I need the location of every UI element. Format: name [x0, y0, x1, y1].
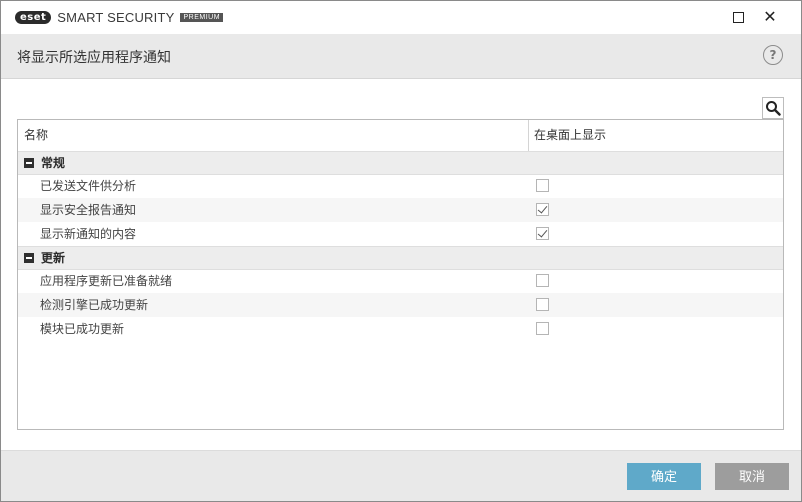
column-header-name[interactable]: 名称	[24, 120, 48, 151]
search-icon	[766, 101, 781, 116]
page-title: 将显示所选应用程序通知	[17, 50, 171, 66]
table-row[interactable]: 模块已成功更新	[18, 317, 783, 341]
column-header-show-on-desktop[interactable]: 在桌面上显示	[534, 120, 606, 151]
group-label: 常规	[41, 156, 66, 170]
eset-logo: eset SMART SECURITY PREMIUM	[15, 9, 224, 25]
close-icon: ✕	[763, 7, 777, 26]
row-label: 显示新通知的内容	[40, 227, 137, 241]
show-on-desktop-checkbox[interactable]	[536, 227, 549, 240]
show-on-desktop-checkbox[interactable]	[536, 203, 549, 216]
show-on-desktop-checkbox[interactable]	[536, 274, 549, 287]
group-label: 更新	[41, 251, 66, 265]
title-bar[interactable]: eset SMART SECURITY PREMIUM ✕	[1, 1, 801, 33]
show-on-desktop-checkbox[interactable]	[536, 322, 549, 335]
edition-badge: PREMIUM	[180, 12, 224, 22]
collapse-icon[interactable]	[24, 158, 34, 168]
maximize-button[interactable]	[721, 1, 755, 33]
show-on-desktop-checkbox[interactable]	[536, 179, 549, 192]
table-row[interactable]: 显示新通知的内容	[18, 222, 783, 246]
dialog-footer: 确定 取消	[1, 450, 801, 501]
table-row[interactable]: 显示安全报告通知	[18, 198, 783, 222]
row-label: 应用程序更新已准备就绪	[40, 274, 173, 288]
group-row-update[interactable]: 更新	[18, 246, 783, 270]
table-row[interactable]: 已发送文件供分析	[18, 174, 783, 198]
search-button[interactable]	[762, 97, 784, 119]
notifications-table: 名称 在桌面上显示 常规 已发送文件供分析 显示安全报告通知 显示新通知的内容 …	[17, 119, 784, 430]
table-row[interactable]: 应用程序更新已准备就绪	[18, 269, 783, 293]
dialog-window: eset SMART SECURITY PREMIUM ✕ 将显示所选应用程序通…	[0, 0, 802, 502]
ok-button[interactable]: 确定	[627, 463, 701, 490]
cancel-button[interactable]: 取消	[715, 463, 789, 490]
collapse-icon[interactable]	[24, 253, 34, 263]
row-label: 已发送文件供分析	[40, 179, 137, 193]
row-label: 显示安全报告通知	[40, 203, 137, 217]
eset-brand-mark: eset	[15, 10, 52, 24]
close-button[interactable]: ✕	[753, 1, 787, 33]
row-label: 检测引擎已成功更新	[40, 298, 149, 312]
column-divider[interactable]	[528, 120, 529, 151]
dialog-header: 将显示所选应用程序通知 ?	[1, 34, 801, 79]
show-on-desktop-checkbox[interactable]	[536, 298, 549, 311]
help-button[interactable]: ?	[763, 45, 783, 65]
table-row[interactable]: 检测引擎已成功更新	[18, 293, 783, 317]
help-icon: ?	[769, 48, 777, 62]
product-name: SMART SECURITY	[57, 9, 175, 25]
maximize-icon	[732, 11, 744, 23]
group-row-general[interactable]: 常规	[18, 151, 783, 175]
table-header: 名称 在桌面上显示	[18, 120, 783, 152]
row-label: 模块已成功更新	[40, 322, 125, 336]
